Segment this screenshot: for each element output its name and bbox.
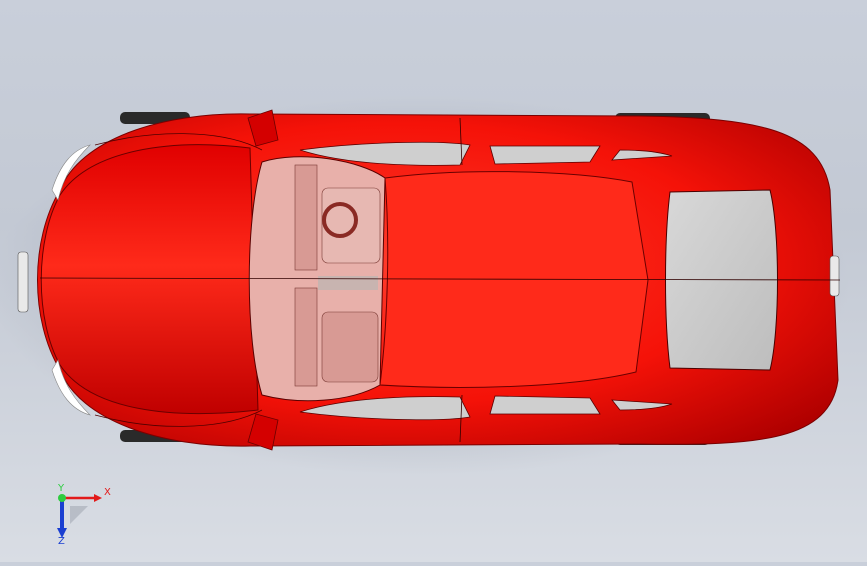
triad-plane	[70, 506, 88, 524]
y-axis-dot	[58, 494, 66, 502]
side-window-rear-right	[489, 395, 601, 415]
side-window-rear-left	[489, 145, 601, 165]
coordinate-triad: X Y Z	[57, 484, 111, 544]
graphics-viewport[interactable]: X Y Z	[0, 0, 867, 562]
z-axis-label: Z	[58, 536, 65, 544]
x-axis-label: X	[104, 487, 111, 498]
y-axis-label: Y	[57, 484, 65, 494]
car-model[interactable]	[0, 0, 867, 562]
rear-license-plate	[829, 255, 840, 297]
front-license-plate	[17, 251, 29, 313]
hood	[40, 144, 259, 414]
